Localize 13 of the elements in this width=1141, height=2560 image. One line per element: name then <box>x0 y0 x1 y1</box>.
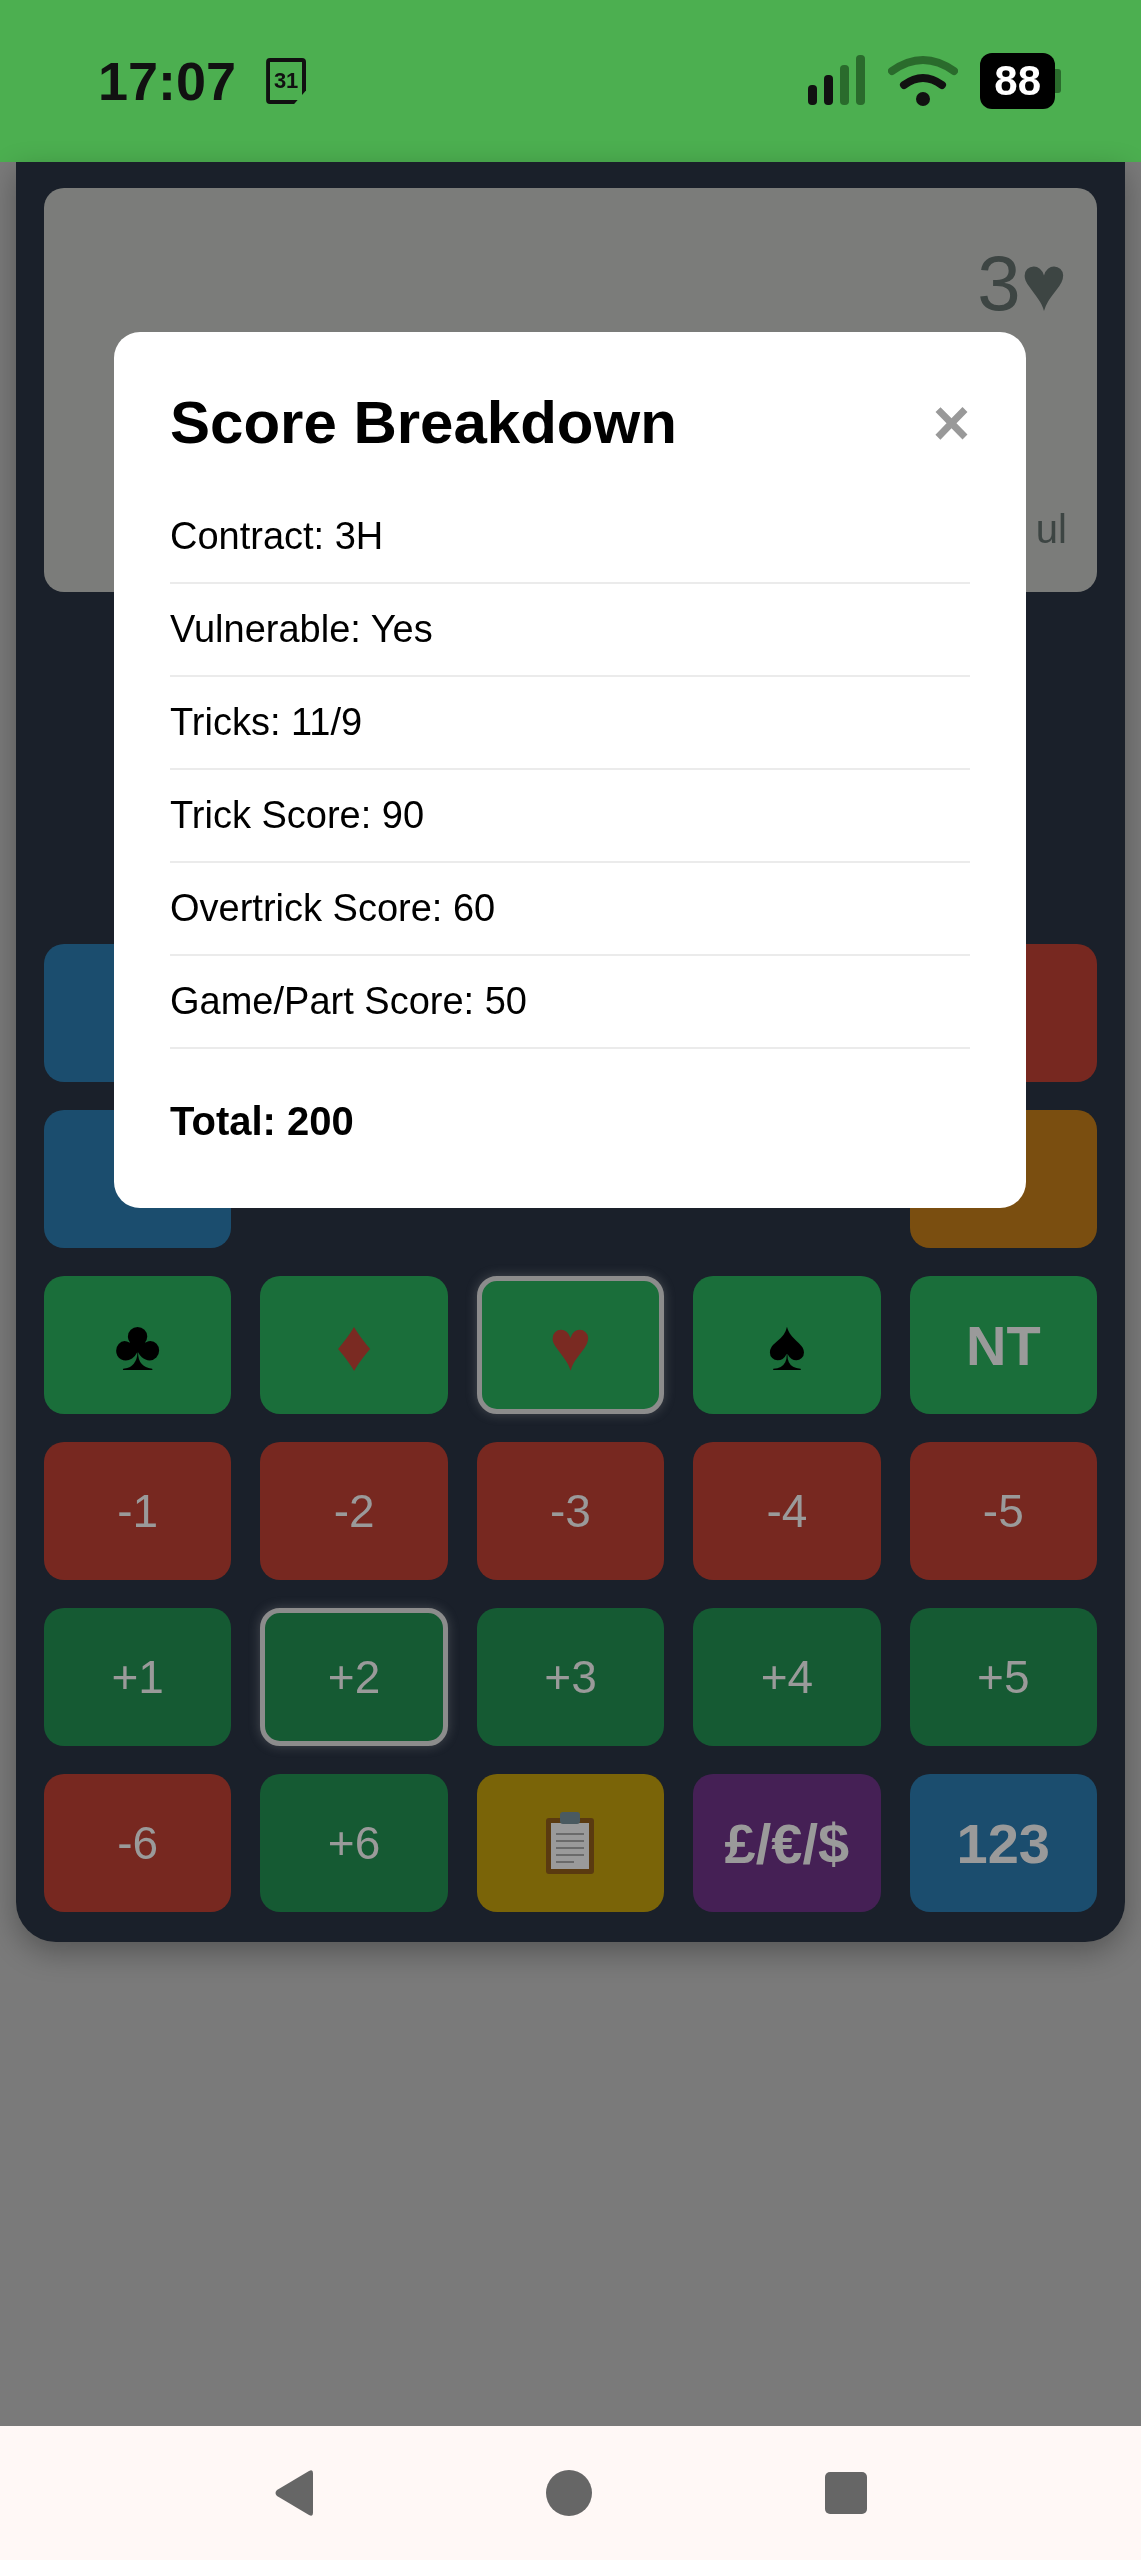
modal-title: Score Breakdown <box>170 388 677 457</box>
battery-indicator: 88 <box>980 53 1061 109</box>
score-line: Overtrick Score: 60 <box>170 863 970 956</box>
contract-text: 3♥ <box>977 238 1067 329</box>
calendar-icon: 31 <box>266 58 307 104</box>
score-line: Trick Score: 90 <box>170 770 970 863</box>
score-line: Game/Part Score: 50 <box>170 956 970 1049</box>
score-line: Contract: 3H <box>170 491 970 584</box>
display-text: ul <box>1035 507 1067 552</box>
score-line: Vulnerable: Yes <box>170 584 970 677</box>
clock-time: 17:07 <box>98 50 237 112</box>
total-score: Total: 200 <box>170 1099 355 1144</box>
score-line: Tricks: 11/9 <box>170 677 970 770</box>
